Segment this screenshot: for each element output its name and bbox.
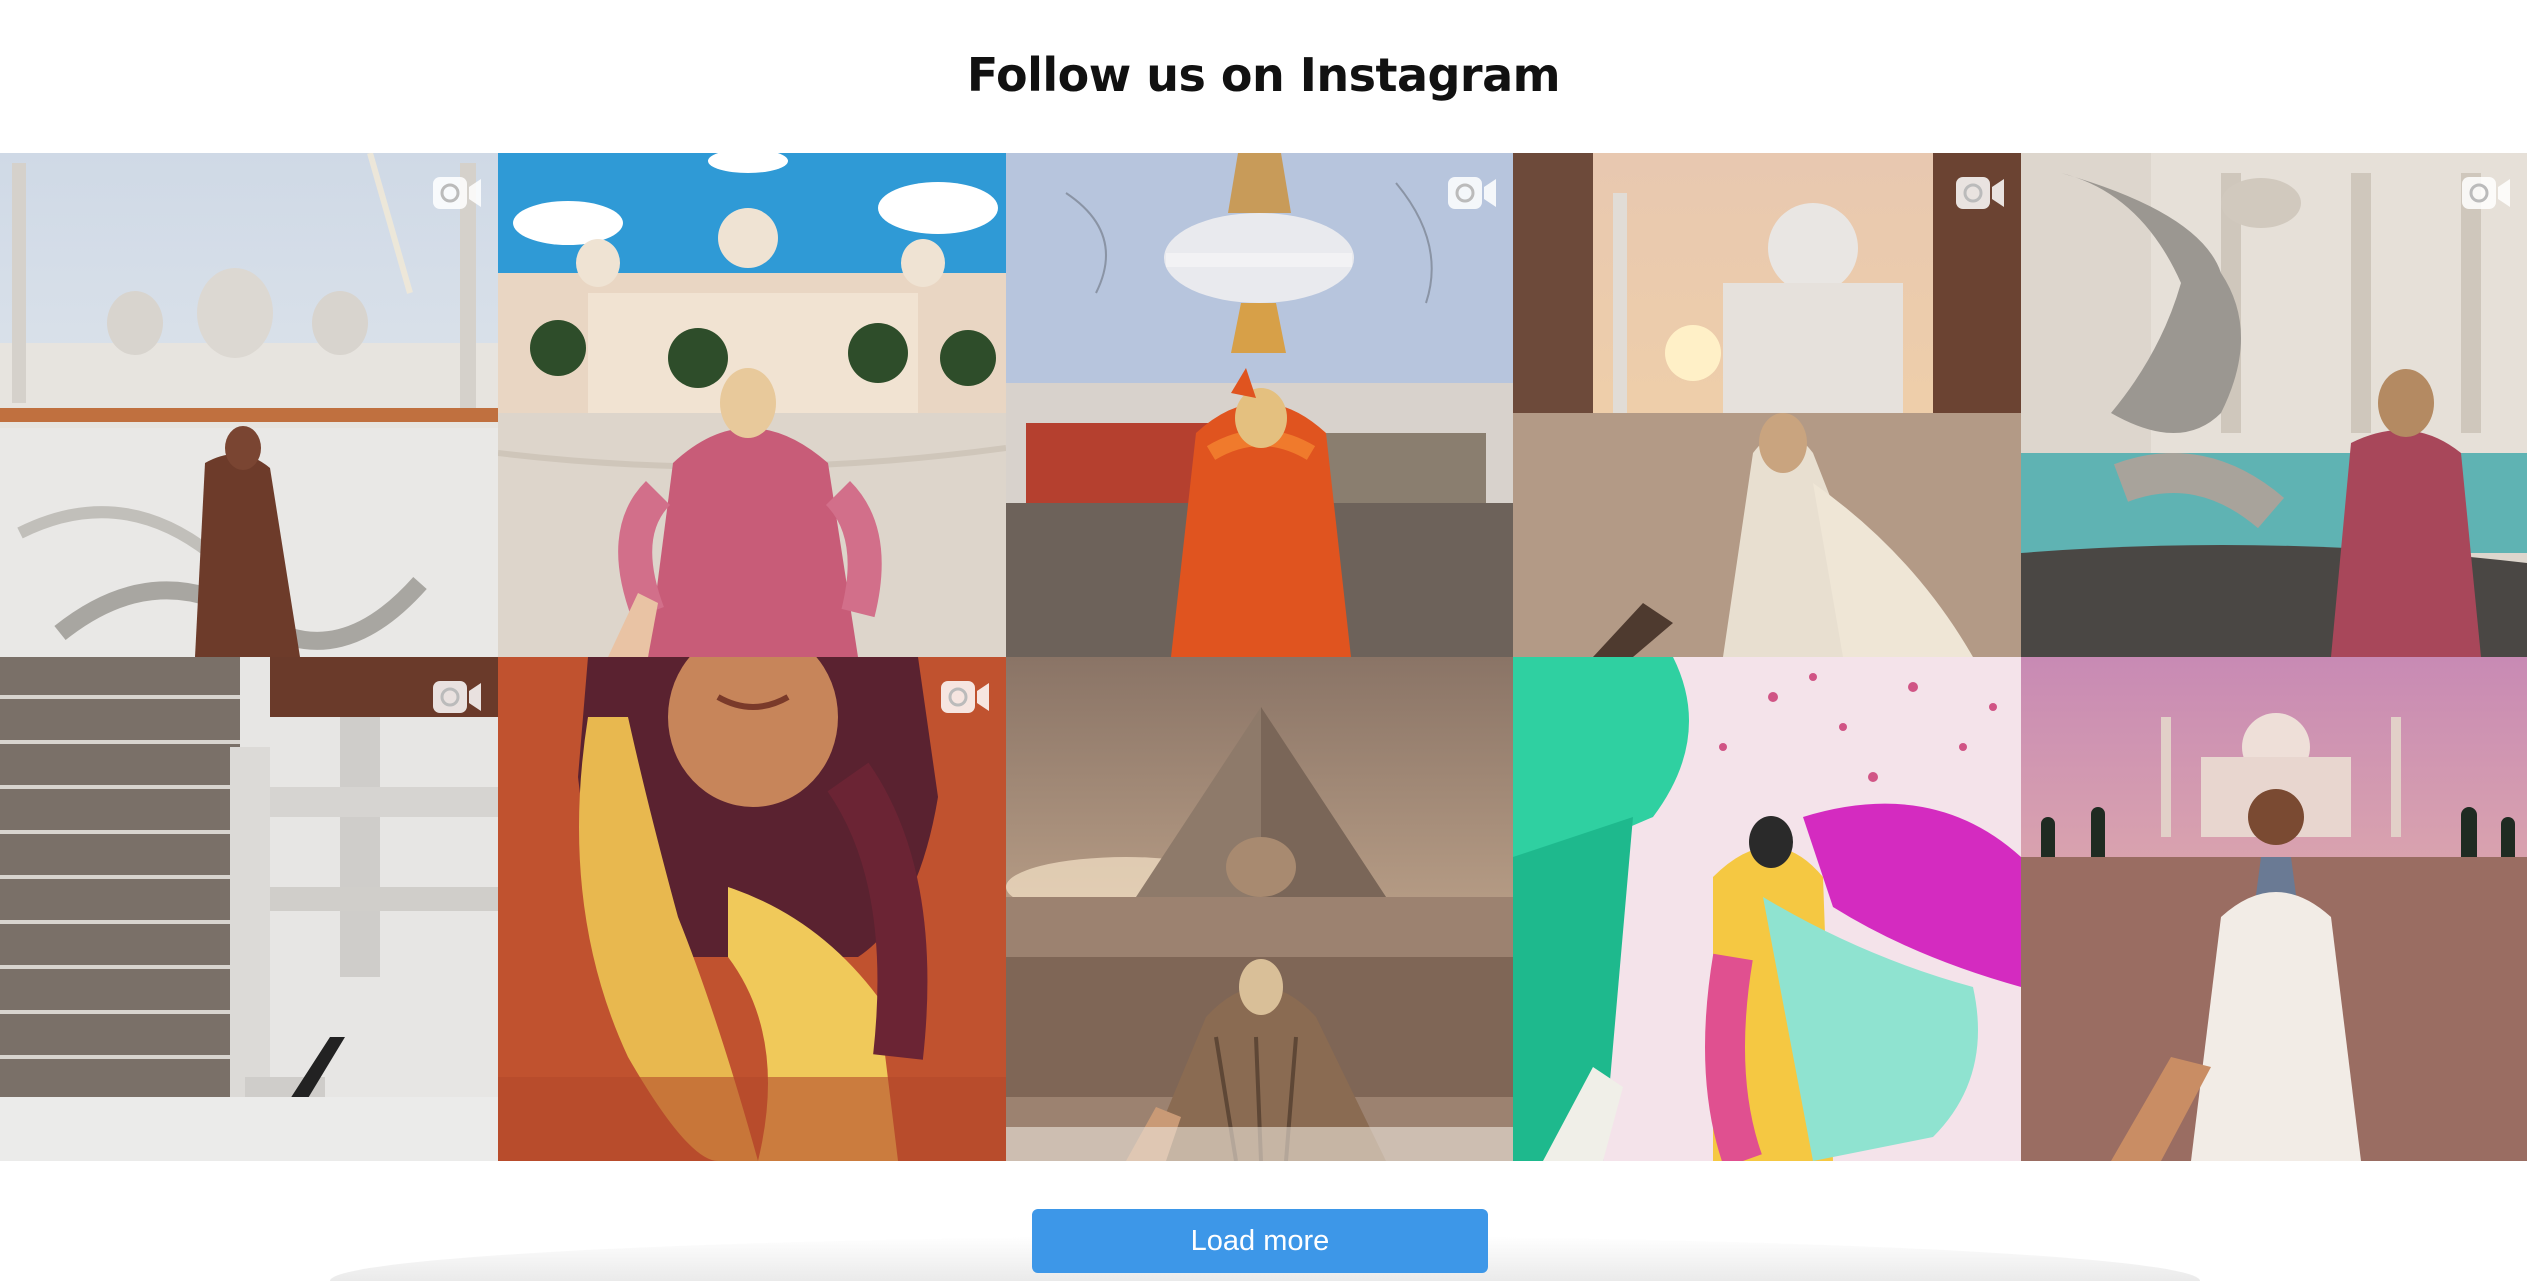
- instagram-photo-library[interactable]: [0, 657, 498, 1161]
- photo-image: [2021, 153, 2527, 657]
- photo-image: [498, 153, 1006, 657]
- photo-image: [1513, 657, 2021, 1161]
- photo-image: [0, 153, 498, 657]
- photo-image: [2021, 657, 2527, 1161]
- photo-image: [1513, 153, 2021, 657]
- video-camera-icon: [1955, 175, 2005, 211]
- photo-image: [1006, 657, 1513, 1161]
- video-camera-icon: [1447, 175, 1497, 211]
- instagram-photo-headscarf[interactable]: [498, 657, 1006, 1161]
- instagram-photo-trevi-fountain[interactable]: [2021, 153, 2527, 657]
- video-camera-icon: [940, 679, 990, 715]
- photo-image: [1006, 153, 1513, 657]
- instagram-photo-mosque[interactable]: [0, 153, 498, 657]
- instagram-photo-taj-dusk[interactable]: [2021, 657, 2527, 1161]
- photo-image: [0, 657, 498, 1161]
- video-camera-icon: [432, 175, 482, 211]
- load-more-button[interactable]: Load more: [1032, 1209, 1488, 1273]
- instagram-photo-holi-festival[interactable]: [1513, 657, 2021, 1161]
- photo-image: [498, 657, 1006, 1161]
- instagram-photo-grid: [0, 153, 2527, 1161]
- video-camera-icon: [432, 679, 482, 715]
- instagram-photo-taj-doorway[interactable]: [1513, 153, 2021, 657]
- instagram-photo-stupa[interactable]: [1006, 153, 1513, 657]
- section-title: Follow us on Instagram: [966, 48, 1561, 102]
- instagram-photo-palace[interactable]: [498, 153, 1006, 657]
- video-camera-icon: [2461, 175, 2511, 211]
- instagram-photo-pyramid[interactable]: [1006, 657, 1513, 1161]
